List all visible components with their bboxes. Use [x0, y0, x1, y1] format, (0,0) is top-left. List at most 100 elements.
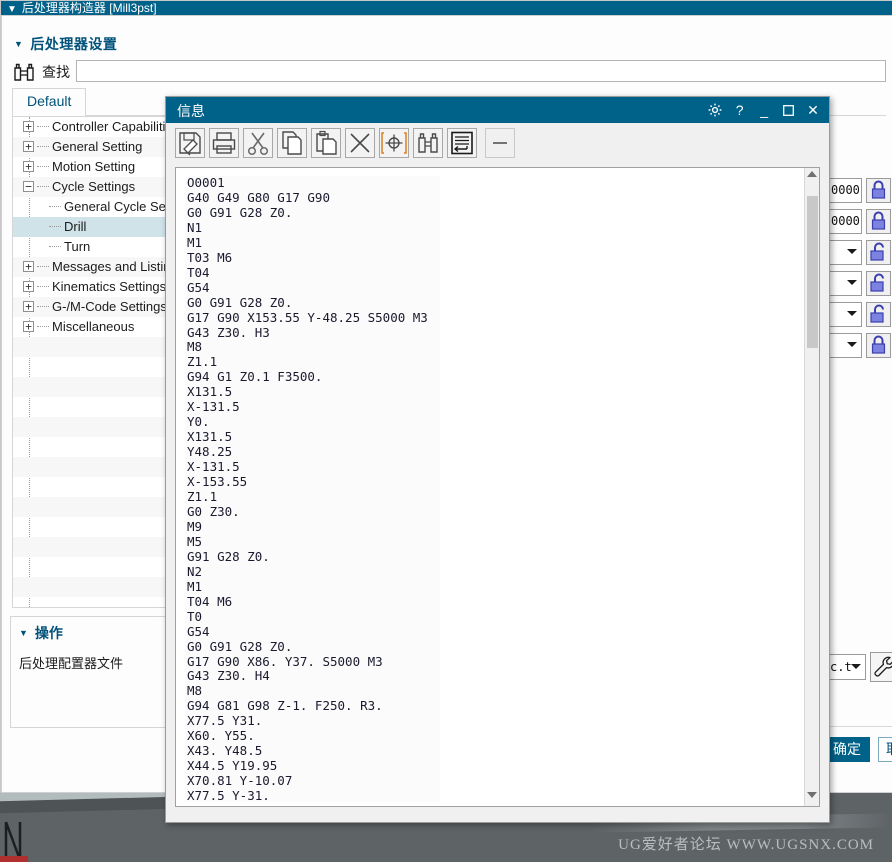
operations-caret-icon[interactable]: ▼: [19, 628, 28, 638]
tree-empty-row: [13, 357, 168, 377]
expand-expander-icon[interactable]: +: [23, 161, 34, 172]
tab-default[interactable]: Default: [12, 88, 87, 116]
save-as-icon[interactable]: [175, 128, 205, 158]
tree-item-motion-setting[interactable]: + Motion Setting: [13, 157, 168, 177]
locate-icon[interactable]: [379, 128, 409, 158]
tree-empty-row: [13, 337, 168, 357]
gcode-text-column[interactable]: O0001 G40 G49 G80 G17 G90 G0 G91 G28 Z0. N1…: [185, 176, 440, 802]
expand-expander-icon[interactable]: +: [23, 261, 34, 272]
expand-expander-icon[interactable]: +: [23, 281, 34, 292]
maximize-icon[interactable]: [779, 97, 799, 123]
expand-expander-icon[interactable]: +: [23, 321, 34, 332]
right-control-row: 0000: [828, 207, 892, 238]
right-control-row: [828, 300, 892, 331]
settings-icon[interactable]: [705, 97, 725, 123]
tree-item-turn[interactable]: Turn: [13, 237, 168, 257]
collapse-caret-icon[interactable]: ▼: [14, 39, 23, 49]
tree-item-g-m-code-settings[interactable]: + G-/M-Code Settings: [13, 297, 168, 317]
tree-item-cycle-settings[interactable]: − Cycle Settings: [13, 177, 168, 197]
wrench-icon: [874, 656, 892, 677]
scroll-up-arrow-icon[interactable]: [807, 171, 818, 182]
gcode-line: G43 Z30. H3: [187, 324, 270, 340]
scroll-down-arrow-icon[interactable]: [807, 792, 818, 803]
gcode-line: X-153.55: [187, 474, 248, 490]
tree-connector-icon: [37, 266, 49, 267]
gcode-line: G94 G81 G98 Z-1. F250. R3.: [187, 698, 383, 714]
chevron-down-icon: [847, 342, 857, 347]
page-title: ▼ 后处理器设置: [14, 34, 117, 54]
gcode-line: G0 G91 G28 Z0.: [187, 294, 293, 310]
dropdown-combo[interactable]: [828, 333, 862, 358]
print-icon[interactable]: [209, 128, 239, 158]
tree-item-controller-capabilities[interactable]: + Controller Capabilities: [13, 117, 168, 137]
close-icon[interactable]: ✕: [803, 97, 823, 123]
tree-empty-row: [13, 537, 168, 557]
operations-item-postconfig-file[interactable]: 后处理配置器文件: [19, 653, 123, 672]
gcode-line: X-131.5: [187, 399, 240, 415]
expand-expander-icon[interactable]: +: [23, 121, 34, 132]
gcode-vertical-scrollbar[interactable]: [804, 168, 819, 806]
lock-closed-icon[interactable]: [866, 178, 891, 203]
app-titlebar[interactable]: ▼ 后处理器构造器 [Mill3pst]: [1, 1, 892, 15]
dropdown-combo[interactable]: [828, 271, 862, 296]
app-title-text: 后处理器构造器 [Mill3pst]: [21, 1, 157, 15]
tree-item-label: Cycle Settings: [52, 179, 136, 194]
operations-title-text: 操作: [34, 625, 63, 641]
find-input[interactable]: [76, 60, 886, 82]
minus-icon[interactable]: [485, 128, 515, 158]
tree-item-miscellaneous[interactable]: + Miscellaneous: [13, 317, 168, 337]
word-wrap-icon[interactable]: [447, 128, 477, 158]
lock-closed-icon[interactable]: [866, 209, 891, 234]
numeric-field[interactable]: 0000: [828, 178, 862, 203]
gcode-line: Z1.1: [187, 489, 218, 505]
expand-expander-icon[interactable]: +: [23, 141, 34, 152]
delete-icon[interactable]: [345, 128, 375, 158]
dialog-titlebar[interactable]: 信息 ? _ ✕: [166, 97, 829, 123]
lock-open-icon[interactable]: [866, 240, 891, 265]
lock-open-icon[interactable]: [866, 302, 891, 327]
gcode-line: X77.5 Y-31.: [187, 788, 270, 802]
minimize-icon[interactable]: _: [754, 97, 774, 123]
binoculars-icon[interactable]: [12, 62, 36, 82]
tree-item-drill[interactable]: Drill: [13, 217, 168, 237]
ok-button[interactable]: 确定: [824, 737, 870, 762]
tree-item-general-setting[interactable]: + General Setting: [13, 137, 168, 157]
help-icon[interactable]: ?: [730, 97, 750, 123]
scrollbar-thumb[interactable]: [807, 196, 818, 348]
tree-empty-row: [13, 377, 168, 397]
file-extension-combo[interactable]: c.t: [826, 654, 866, 680]
chevron-down-icon: [847, 311, 857, 316]
operations-title: ▼ 操作: [19, 623, 63, 643]
cancel-button[interactable]: 取: [878, 737, 892, 762]
gcode-line: X-131.5: [187, 459, 240, 475]
cut-icon[interactable]: [243, 128, 273, 158]
copy-icon[interactable]: [277, 128, 307, 158]
numeric-field[interactable]: 0000: [828, 209, 862, 234]
dropdown-combo[interactable]: [828, 302, 862, 327]
expand-expander-icon[interactable]: +: [23, 301, 34, 312]
gcode-line: T04: [187, 264, 210, 280]
gcode-text-area[interactable]: O0001 G40 G49 G80 G17 G90 G0 G91 G28 Z0. N1…: [175, 167, 820, 807]
gcode-line: G43 Z30. H4: [187, 668, 270, 684]
find-icon[interactable]: [413, 128, 443, 158]
tree-connector-icon: [49, 246, 61, 247]
gcode-line: G17 G90 X153.55 Y-48.25 S5000 M3: [187, 309, 428, 325]
lock-closed-icon[interactable]: [866, 333, 891, 358]
tree-item-general-cycle-setting[interactable]: General Cycle Setting: [13, 197, 168, 217]
tree-item-kinematics-settings[interactable]: + Kinematics Settings: [13, 277, 168, 297]
dialog-toolbar: [166, 123, 829, 161]
tree-connector-icon: [37, 286, 49, 287]
tree-item-label: Turn: [64, 239, 91, 254]
right-control-row: [828, 238, 892, 269]
tree-item-messages-and-listing[interactable]: + Messages and Listing: [13, 257, 168, 277]
settings-tree[interactable]: + Controller Capabilities + General Setting…: [12, 116, 169, 608]
tree-item-label: General Cycle Setting: [64, 199, 169, 214]
file-extension-combo-value: c.t: [830, 660, 852, 674]
lock-open-icon[interactable]: [866, 271, 891, 296]
collapse-expander-icon[interactable]: −: [23, 181, 34, 192]
gcode-line: G54: [187, 623, 210, 639]
wrench-button[interactable]: [870, 652, 892, 682]
dropdown-combo[interactable]: [828, 240, 862, 265]
paste-icon[interactable]: [311, 128, 341, 158]
tree-item-label: Controller Capabilities: [52, 119, 169, 134]
